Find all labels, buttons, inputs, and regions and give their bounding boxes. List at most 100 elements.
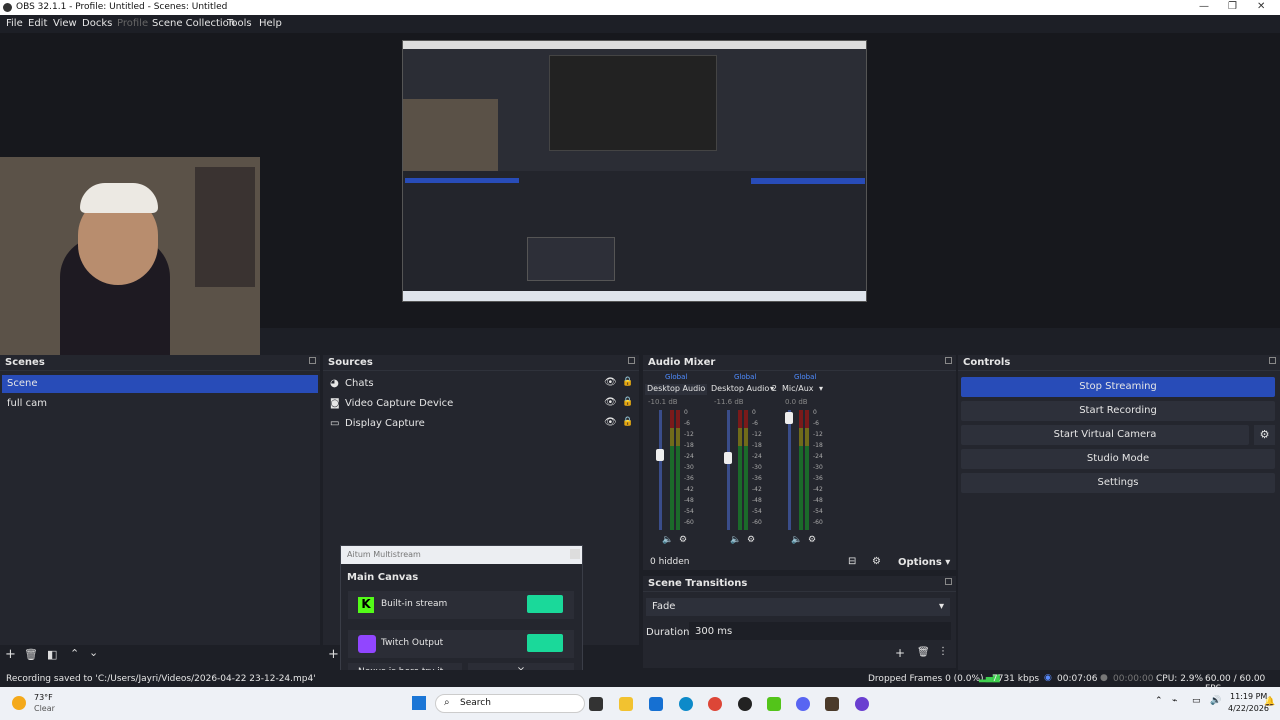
add-source-icon[interactable]: + — [328, 647, 339, 662]
source-item[interactable]: Display Capture — [325, 415, 637, 433]
discord-icon[interactable] — [796, 697, 810, 711]
scene-item[interactable]: full cam — [2, 395, 318, 413]
source-item[interactable]: Chats — [325, 375, 637, 393]
studio-mode-button[interactable]: Studio Mode — [961, 449, 1275, 469]
volume-slider[interactable] — [659, 410, 662, 530]
edge-icon[interactable] — [679, 697, 693, 711]
lock-icon[interactable]: 🔒 — [622, 397, 633, 407]
close-icon[interactable] — [570, 549, 580, 559]
audio-mixer-title: Audio Mixer — [643, 355, 956, 371]
speaker-icon[interactable]: 🔈 — [791, 535, 802, 545]
remove-transition-icon[interactable]: 🗑 — [917, 647, 930, 658]
source-item[interactable]: Video Capture Device — [325, 395, 637, 413]
visibility-eye-icon[interactable]: 👁 — [604, 377, 617, 388]
volume-slider-knob[interactable] — [656, 449, 664, 461]
dock-float-icon[interactable] — [628, 357, 635, 364]
add-transition-icon[interactable]: + — [895, 646, 905, 660]
app-icon[interactable] — [825, 697, 839, 711]
tray-chevron-icon[interactable]: ⌃ — [1155, 696, 1163, 706]
minimize-icon[interactable]: — — [1199, 1, 1209, 12]
advanced-audio-icon[interactable]: ⚙ — [872, 556, 881, 567]
volume-slider[interactable] — [727, 410, 730, 530]
level-meter — [676, 410, 680, 530]
start-virtual-camera-button[interactable]: Start Virtual Camera — [961, 425, 1249, 445]
channel-db: -10.1 dB — [648, 398, 678, 406]
virtual-camera-settings-icon[interactable]: ⚙ — [1254, 425, 1275, 445]
menu-view[interactable]: View — [53, 18, 77, 29]
weather-sun-icon — [12, 696, 26, 710]
channel-name[interactable]: Desktop Audio — [645, 384, 707, 395]
menu-profile[interactable]: Profile — [117, 18, 148, 29]
menu-help[interactable]: Help — [259, 18, 282, 29]
close-icon[interactable]: ✕ — [1257, 1, 1265, 12]
meter-tick: -60 — [752, 519, 762, 526]
mixer-options-button[interactable]: Options ▾ — [898, 557, 950, 568]
meter-tick: -24 — [813, 453, 823, 460]
stop-streaming-button[interactable]: Stop Streaming — [961, 377, 1275, 397]
dock-float-icon[interactable] — [945, 357, 952, 364]
dock-float-icon[interactable] — [309, 357, 316, 364]
channel-name[interactable]: Desktop Audio 2 — [711, 384, 777, 393]
duration-input[interactable]: 300 ms — [689, 622, 951, 640]
volume-icon[interactable]: 🔊 — [1210, 696, 1221, 706]
restore-icon[interactable]: ❐ — [1228, 1, 1237, 12]
task-view-icon[interactable] — [589, 697, 603, 711]
channel-settings-icon[interactable]: ⚙ — [747, 535, 755, 545]
webcam-overlay — [0, 157, 260, 358]
dock-float-icon[interactable] — [1269, 357, 1276, 364]
notification-bell-icon[interactable]: 🔔 — [1264, 697, 1275, 707]
clock-date[interactable]: 4/22/2026 — [1228, 704, 1269, 713]
twitch-icon[interactable] — [855, 697, 869, 711]
store-icon[interactable] — [649, 697, 663, 711]
visibility-eye-icon[interactable]: 👁 — [604, 417, 617, 428]
move-up-icon[interactable]: ⌃ — [70, 647, 79, 660]
menu-scene-collection[interactable]: Scene Collection — [152, 18, 235, 29]
volume-slider-knob[interactable] — [785, 412, 793, 424]
transition-select[interactable]: Fade ▾ — [646, 598, 950, 616]
file-explorer-icon[interactable] — [619, 697, 633, 711]
temperature[interactable]: 73°F — [34, 693, 53, 702]
channel-name-dropdown-icon[interactable]: ▾ — [819, 384, 823, 393]
meter-tick: -30 — [813, 464, 823, 471]
twitch-icon — [358, 635, 376, 653]
output-name: Twitch Output — [381, 638, 444, 648]
obs-icon[interactable] — [738, 697, 752, 711]
source-label: Video Capture Device — [345, 398, 454, 409]
settings-button[interactable]: Settings — [961, 473, 1275, 493]
level-meter — [799, 410, 803, 530]
speaker-icon[interactable]: 🔈 — [662, 535, 673, 545]
lock-icon[interactable]: 🔒 — [622, 377, 633, 387]
move-down-icon[interactable]: ⌄ — [89, 646, 98, 659]
menu-docks[interactable]: Docks — [82, 18, 112, 29]
channel-settings-icon[interactable]: ⚙ — [808, 535, 816, 545]
hidden-count[interactable]: 0 hidden — [650, 557, 689, 567]
channel-name[interactable]: Mic/Aux — [782, 384, 814, 393]
kick-icon[interactable] — [767, 697, 781, 711]
taskbar-search[interactable]: ⌕ Search — [435, 694, 585, 713]
remove-scene-icon[interactable]: 🗑 — [24, 648, 38, 661]
network-icon[interactable]: ⌁ — [1172, 696, 1177, 706]
scene-item[interactable]: Scene — [2, 375, 318, 393]
dock-float-icon[interactable] — [945, 578, 952, 585]
clock-time[interactable]: 11:19 PM — [1230, 692, 1267, 701]
visibility-eye-icon[interactable]: 👁 — [604, 397, 617, 408]
chrome-icon[interactable] — [708, 697, 722, 711]
volume-slider[interactable] — [788, 410, 791, 530]
filter-icon[interactable]: ◧ — [47, 648, 57, 661]
stream-toggle-button[interactable] — [527, 634, 563, 652]
volume-slider-knob[interactable] — [724, 452, 732, 464]
speaker-icon[interactable]: 🔈 — [730, 535, 741, 545]
menu-file[interactable]: File — [6, 18, 23, 29]
add-scene-icon[interactable]: + — [5, 647, 16, 662]
start-recording-button[interactable]: Start Recording — [961, 401, 1275, 421]
channel-name-dropdown-icon[interactable]: ▾ — [770, 384, 774, 393]
lock-icon[interactable]: 🔒 — [622, 417, 633, 427]
windows-start-icon[interactable] — [412, 696, 426, 710]
menu-tools[interactable]: Tools — [227, 18, 252, 29]
display-icon[interactable]: ▭ — [1192, 696, 1201, 706]
channel-settings-icon[interactable]: ⚙ — [679, 535, 687, 545]
menu-edit[interactable]: Edit — [28, 18, 47, 29]
transition-menu-icon[interactable]: ⋮ — [938, 646, 948, 657]
stream-toggle-button[interactable] — [527, 595, 563, 613]
layout-icon[interactable]: ⊟ — [848, 556, 856, 567]
